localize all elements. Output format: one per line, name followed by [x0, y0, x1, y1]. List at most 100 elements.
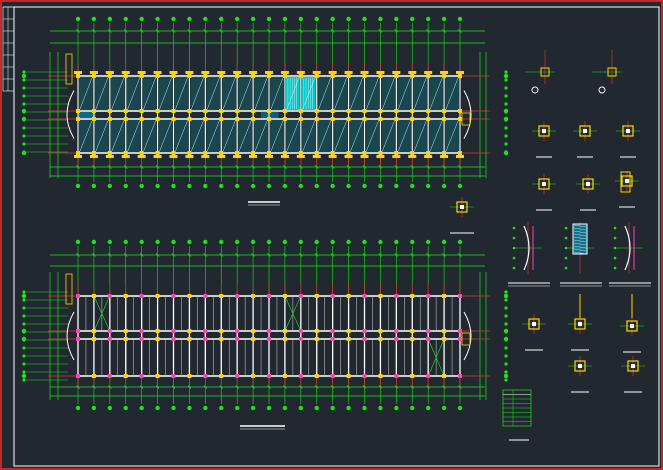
- axis-bubble: [378, 16, 383, 22]
- column-tag: [408, 71, 417, 74]
- column-tag: [312, 155, 321, 158]
- column: [282, 374, 287, 378]
- column: [91, 337, 96, 341]
- axis-bubble-small: [504, 78, 508, 82]
- column: [330, 337, 335, 341]
- column: [426, 74, 431, 78]
- axis-bubble: [346, 405, 351, 411]
- column: [139, 374, 144, 378]
- column: [458, 329, 462, 333]
- axis-bubble: [394, 405, 399, 411]
- column: [171, 151, 176, 155]
- column: [155, 117, 160, 121]
- axis-bubble-small: [22, 322, 26, 326]
- axis-bubble: [346, 16, 351, 22]
- axis-bubble: [21, 293, 27, 299]
- column: [282, 294, 287, 298]
- column: [107, 337, 112, 341]
- column: [251, 117, 256, 121]
- column: [139, 74, 144, 78]
- axis-bubble: [123, 183, 128, 189]
- axis-bubble-small: [504, 306, 508, 310]
- column: [123, 337, 128, 341]
- column: [155, 109, 160, 113]
- column: [426, 337, 431, 341]
- axis-bubble-small: [504, 370, 508, 374]
- column-tag: [280, 155, 289, 158]
- column-tag: [328, 71, 337, 74]
- column-tag: [217, 155, 226, 158]
- column-tag: [105, 71, 114, 74]
- axis-bubble-small: [22, 126, 26, 130]
- column: [458, 337, 462, 341]
- column: [330, 329, 335, 333]
- column-tag: [376, 155, 385, 158]
- axis-bubble: [394, 239, 399, 245]
- column: [187, 374, 192, 378]
- axis-bubble: [378, 183, 383, 189]
- column: [298, 74, 303, 78]
- axis-bubble: [187, 405, 192, 411]
- column-tag: [201, 71, 210, 74]
- column: [251, 374, 256, 378]
- column: [458, 117, 462, 121]
- column: [91, 74, 96, 78]
- column-tag: [265, 71, 273, 74]
- axis-bubble: [298, 239, 304, 245]
- column: [123, 74, 128, 78]
- column: [171, 374, 176, 378]
- axis-bubble: [203, 16, 208, 22]
- column: [442, 294, 447, 298]
- axis-bubble: [91, 16, 97, 22]
- axis-bubble: [282, 239, 288, 245]
- column-tag: [121, 71, 130, 74]
- column: [298, 117, 303, 121]
- column: [91, 329, 96, 333]
- column-core: [583, 129, 587, 133]
- axis-bubble: [441, 405, 447, 411]
- column-tag: [296, 71, 305, 74]
- column: [378, 117, 383, 121]
- detail-bubble: [564, 256, 568, 260]
- axis-bubble: [410, 16, 415, 22]
- detail-bubble: [564, 246, 568, 250]
- column: [314, 294, 319, 298]
- column: [107, 109, 112, 113]
- axis-bubble: [282, 183, 288, 189]
- column: [107, 117, 112, 121]
- column: [362, 374, 367, 378]
- column: [76, 151, 80, 155]
- column-core: [630, 324, 634, 328]
- axis-bubble: [107, 183, 113, 189]
- column: [378, 337, 383, 341]
- axis-bubble: [250, 183, 256, 189]
- column: [410, 74, 415, 78]
- column-tag: [360, 71, 369, 74]
- axis-bubble-small: [504, 110, 508, 114]
- axis-bubble: [378, 239, 383, 245]
- column: [171, 337, 176, 341]
- column-tag: [153, 71, 162, 74]
- column: [155, 374, 160, 378]
- axis-bubble: [503, 373, 509, 379]
- column: [378, 109, 383, 113]
- column: [267, 117, 271, 121]
- column-tag: [249, 155, 258, 158]
- axis-bubble: [155, 405, 160, 411]
- column-tag: [169, 155, 178, 158]
- axis-bubble: [250, 16, 256, 22]
- column: [458, 151, 462, 155]
- axis-bubble: [234, 16, 240, 22]
- column: [410, 374, 415, 378]
- axis-bubble-small: [504, 346, 508, 350]
- column: [219, 109, 224, 113]
- column: [410, 117, 415, 121]
- column-tag: [153, 155, 162, 158]
- axis-bubble-small: [22, 150, 26, 154]
- column: [155, 329, 160, 333]
- axis-bubble-small: [22, 86, 26, 90]
- column: [282, 117, 287, 121]
- detail-bubble: [512, 226, 516, 230]
- axis-bubble: [282, 405, 288, 411]
- column: [314, 74, 319, 78]
